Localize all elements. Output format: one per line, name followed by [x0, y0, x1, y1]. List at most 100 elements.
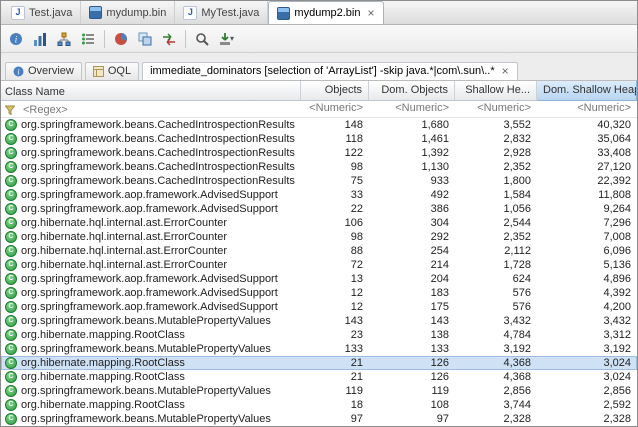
close-icon[interactable]: ×	[366, 7, 375, 19]
dom-objects-cell: 1,461	[369, 133, 455, 145]
class-name-text: org.hibernate.hql.internal.ast.ErrorCoun…	[21, 231, 227, 243]
toolbar-separator	[104, 30, 105, 48]
column-header-dom-objects[interactable]: Dom. Objects	[369, 81, 455, 101]
result-tab-bar: i Overview OQL immediate_dominators [sel…	[1, 53, 637, 81]
objects-cell: 98	[301, 231, 369, 243]
shallow-heap-cell: 2,928	[455, 147, 537, 159]
table-row[interactable]: C org.hibernate.hql.internal.ast.ErrorCo…	[1, 230, 637, 244]
class-icon: C	[5, 371, 17, 383]
table-row[interactable]: C org.springframework.aop.framework.Advi…	[1, 202, 637, 216]
class-name-text: org.springframework.aop.framework.Advise…	[21, 273, 278, 285]
dom-shallow-heap-cell: 27,120	[537, 161, 637, 173]
objects-cell: 33	[301, 189, 369, 201]
table-row[interactable]: C org.springframework.beans.CachedIntros…	[1, 174, 637, 188]
numeric-filter-cell[interactable]: <Numeric>	[369, 101, 455, 117]
column-header-class-name[interactable]: Class Name	[1, 81, 301, 101]
regex-filter-placeholder: <Regex>	[23, 104, 68, 116]
table-row[interactable]: C org.hibernate.mapping.RootClass 18 108…	[1, 398, 637, 412]
table-row[interactable]: C org.hibernate.mapping.RootClass 21 126…	[1, 356, 637, 370]
shallow-heap-cell: 3,552	[455, 119, 537, 131]
table-row[interactable]: C org.hibernate.hql.internal.ast.ErrorCo…	[1, 258, 637, 272]
compare-icon[interactable]	[158, 28, 180, 50]
table-row[interactable]: C org.springframework.aop.framework.Advi…	[1, 286, 637, 300]
dom-objects-cell: 175	[369, 301, 455, 313]
editor-tab-test-java[interactable]: J Test.java	[3, 1, 81, 24]
dom-objects-cell: 119	[369, 385, 455, 397]
memory-analyzer-window: J Test.java mydump.bin J MyTest.java myd…	[0, 0, 638, 427]
objects-cell: 22	[301, 203, 369, 215]
class-name-text: org.springframework.beans.MutablePropert…	[21, 385, 271, 397]
column-header-shallow-heap[interactable]: Shallow He...	[455, 81, 537, 101]
oql-icon	[93, 66, 104, 77]
numeric-filter-cell[interactable]: <Numeric>	[301, 101, 369, 117]
table-row[interactable]: C org.springframework.beans.MutablePrope…	[1, 314, 637, 328]
table-row[interactable]: C org.springframework.aop.framework.Advi…	[1, 272, 637, 286]
table-row[interactable]: C org.springframework.beans.MutablePrope…	[1, 342, 637, 356]
editor-tab-mytest-java[interactable]: J MyTest.java	[175, 1, 268, 24]
shallow-heap-cell: 2,352	[455, 231, 537, 243]
shallow-heap-cell: 576	[455, 287, 537, 299]
class-name-text: org.hibernate.hql.internal.ast.ErrorCoun…	[21, 245, 227, 257]
column-header-dom-shallow-heap[interactable]: Dom. Shallow Heap	[537, 81, 637, 101]
class-name-cell: C org.springframework.beans.CachedIntros…	[1, 119, 301, 131]
dom-shallow-heap-cell: 4,200	[537, 301, 637, 313]
table-row[interactable]: C org.springframework.aop.framework.Advi…	[1, 188, 637, 202]
table-row[interactable]: C org.springframework.beans.MutablePrope…	[1, 384, 637, 398]
table-row[interactable]: C org.springframework.beans.CachedIntros…	[1, 118, 637, 132]
editor-tab-mydump2-bin[interactable]: mydump2.bin ×	[268, 1, 384, 24]
dom-objects-cell: 126	[369, 357, 455, 369]
shallow-heap-cell: 3,744	[455, 399, 537, 411]
info-icon: i	[13, 66, 24, 77]
dom-shallow-heap-cell: 7,008	[537, 231, 637, 243]
class-icon: C	[5, 315, 17, 327]
table-row[interactable]: C org.hibernate.mapping.RootClass 21 126…	[1, 370, 637, 384]
class-name-text: org.hibernate.hql.internal.ast.ErrorCoun…	[21, 217, 227, 229]
editor-tab-label: mydump.bin	[106, 7, 166, 19]
class-name-cell: C org.hibernate.hql.internal.ast.ErrorCo…	[1, 231, 301, 243]
class-name-text: org.springframework.beans.CachedIntrospe…	[21, 133, 295, 145]
java-file-icon: J	[183, 6, 197, 20]
dom-objects-cell: 386	[369, 203, 455, 215]
shallow-heap-cell: 3,192	[455, 343, 537, 355]
tab-overview-label: Overview	[28, 65, 74, 77]
class-name-text: org.springframework.beans.CachedIntrospe…	[21, 119, 295, 131]
table-row[interactable]: C org.springframework.beans.MutablePrope…	[1, 412, 637, 426]
column-header-objects[interactable]: Objects	[301, 81, 369, 101]
class-name-text: org.hibernate.mapping.RootClass	[21, 371, 185, 383]
table-row[interactable]: C org.hibernate.mapping.RootClass 23 138…	[1, 328, 637, 342]
result-table: Class Name Objects Dom. Objects Shallow …	[1, 81, 637, 426]
group-by-icon[interactable]	[134, 28, 156, 50]
class-name-cell: C org.springframework.beans.MutablePrope…	[1, 343, 301, 355]
table-body: C org.springframework.beans.CachedIntros…	[1, 118, 637, 426]
pie-chart-icon[interactable]	[110, 28, 132, 50]
heap-dump-icon	[89, 6, 102, 19]
objects-cell: 75	[301, 175, 369, 187]
export-icon[interactable]: ▾	[215, 28, 237, 50]
tab-immediate-dominators[interactable]: immediate_dominators [selection of 'Arra…	[142, 62, 518, 80]
search-icon[interactable]	[191, 28, 213, 50]
object-list-icon[interactable]	[77, 28, 99, 50]
table-row[interactable]: C org.springframework.beans.CachedIntros…	[1, 160, 637, 174]
shallow-heap-cell: 624	[455, 273, 537, 285]
class-name-cell: C org.hibernate.mapping.RootClass	[1, 329, 301, 341]
dominator-tree-icon[interactable]	[53, 28, 75, 50]
class-name-cell: C org.springframework.beans.MutablePrope…	[1, 385, 301, 397]
table-row[interactable]: C org.springframework.aop.framework.Advi…	[1, 300, 637, 314]
regex-filter-cell[interactable]: <Regex>	[1, 101, 301, 117]
table-row[interactable]: C org.springframework.beans.CachedIntros…	[1, 146, 637, 160]
numeric-filter-cell[interactable]: <Numeric>	[537, 101, 637, 117]
dom-shallow-heap-cell: 35,064	[537, 133, 637, 145]
editor-tab-mydump-bin[interactable]: mydump.bin	[81, 1, 175, 24]
numeric-filter-cell[interactable]: <Numeric>	[455, 101, 537, 117]
table-row[interactable]: C org.springframework.beans.CachedIntros…	[1, 132, 637, 146]
class-name-text: org.springframework.beans.CachedIntrospe…	[21, 147, 295, 159]
info-icon[interactable]: i	[5, 28, 27, 50]
close-icon[interactable]: ×	[501, 65, 510, 77]
table-row[interactable]: C org.hibernate.hql.internal.ast.ErrorCo…	[1, 244, 637, 258]
shallow-heap-cell: 576	[455, 301, 537, 313]
table-row[interactable]: C org.hibernate.hql.internal.ast.ErrorCo…	[1, 216, 637, 230]
histogram-icon[interactable]	[29, 28, 51, 50]
dom-shallow-heap-cell: 4,392	[537, 287, 637, 299]
tab-oql[interactable]: OQL	[85, 62, 139, 80]
tab-overview[interactable]: i Overview	[5, 62, 82, 80]
